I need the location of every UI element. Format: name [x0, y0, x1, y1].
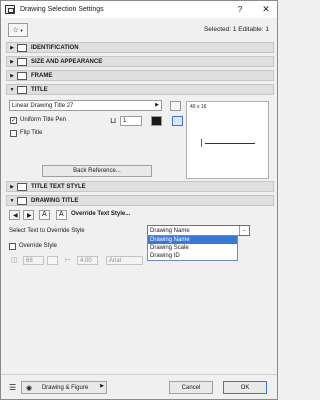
flip-title-checkbox[interactable]: [10, 130, 17, 137]
ok-button[interactable]: OK: [223, 381, 267, 394]
width-icon: ⊢: [65, 257, 72, 264]
override-text-icon: A: [59, 211, 64, 218]
favorites-button[interactable]: ☆ ▼: [8, 23, 28, 37]
pen-color-swatch[interactable]: [151, 116, 162, 126]
font-select[interactable]: Arial: [106, 256, 143, 265]
layer-select[interactable]: ◉ Drawing & Figure ▶: [21, 381, 107, 394]
chevron-right-icon: ▶: [100, 383, 104, 389]
chevron-left-icon: ◀: [13, 213, 18, 219]
selection-info: Selected: 1 Editable: 1: [203, 26, 269, 33]
section-label: SIZE AND APPEARANCE: [31, 58, 103, 65]
expand-arrow-icon: ▶: [10, 44, 14, 51]
override-style-checkbox[interactable]: [9, 243, 16, 250]
section-label: DRAWING TITLE: [31, 197, 79, 204]
footer: ☰ ◉ Drawing & Figure ▶ Cancel OK: [1, 374, 277, 400]
font-value: Arial: [109, 257, 122, 264]
title-preview-button[interactable]: [170, 101, 181, 111]
text-style-icon: [17, 182, 27, 191]
section-size-appearance[interactable]: ▶ SIZE AND APPEARANCE: [6, 56, 274, 67]
preview-title-line: [205, 143, 255, 144]
uniform-pen-checkbox[interactable]: ✓: [10, 117, 17, 124]
chevron-right-icon: ▶: [155, 102, 159, 108]
next-button[interactable]: ▶: [23, 210, 34, 220]
width-input[interactable]: 4.00: [77, 256, 98, 265]
previous-button[interactable]: ◀: [9, 210, 20, 220]
title-bar: Drawing Selection Settings ? ✕: [1, 1, 277, 18]
eye-icon: ◉: [26, 384, 33, 392]
title-icon: [17, 85, 27, 94]
section-title-text-style[interactable]: ▶ TITLE TEXT STYLE: [6, 181, 274, 192]
pen-number-input[interactable]: 1: [120, 116, 142, 126]
expand-arrow-icon: ▶: [10, 58, 14, 65]
pen-size-icon: ◫: [11, 257, 18, 264]
preview-size: 40 x 16: [190, 104, 207, 110]
section-label: TITLE: [31, 86, 48, 93]
drawing-title-icon: [17, 196, 27, 205]
help-button[interactable]: ?: [233, 3, 247, 16]
size-stepper[interactable]: [47, 256, 58, 265]
section-label: IDENTIFICATION: [31, 44, 79, 51]
collapse-arrow-icon: ▼: [9, 197, 15, 204]
section-title[interactable]: ▼ TITLE: [6, 84, 274, 95]
text-icon: A: [42, 211, 47, 218]
section-frame[interactable]: ▶ FRAME: [6, 70, 274, 81]
layer-icon: ☰: [9, 383, 17, 392]
collapse-arrow-icon: ▼: [9, 86, 15, 93]
pen-icon: ⊔: [110, 116, 117, 125]
toolbar: ☆ ▼ Selected: 1 Editable: 1: [1, 20, 277, 42]
identification-icon: [17, 43, 27, 52]
override-text-style-button[interactable]: Override Text Style...: [71, 211, 130, 217]
section-drawing-title[interactable]: ▼ DRAWING TITLE: [6, 195, 274, 206]
expand-arrow-icon: ▶: [10, 183, 14, 190]
option-drawing-id[interactable]: Drawing ID: [148, 252, 237, 260]
section-label: FRAME: [31, 72, 53, 79]
back-reference-button[interactable]: Back Reference...: [42, 165, 152, 177]
size-value: 66: [26, 257, 33, 264]
layer-value: Drawing & Figure: [41, 384, 89, 391]
option-drawing-name[interactable]: Drawing Name: [148, 236, 237, 244]
preview-marker: [201, 139, 205, 147]
cancel-button[interactable]: Cancel: [169, 381, 213, 394]
override-style-label: Override Style: [19, 243, 58, 249]
close-button[interactable]: ✕: [259, 3, 273, 16]
option-drawing-scale[interactable]: Drawing Scale: [148, 244, 237, 252]
section-label: TITLE TEXT STYLE: [31, 183, 86, 190]
frame-icon: [17, 71, 27, 80]
expand-arrow-icon: ▶: [10, 72, 14, 79]
title-text-icon[interactable]: [172, 116, 183, 126]
flip-title-label: Flip Title: [20, 130, 43, 136]
select-text-label: Select Text to Override Style: [9, 228, 85, 234]
size-input[interactable]: 66: [23, 256, 44, 265]
pen-value: 1: [123, 118, 127, 124]
title-preview: 40 x 16: [186, 101, 269, 179]
title-type-select[interactable]: Linear Drawing Title 27 ▶: [9, 100, 162, 111]
chevron-down-icon: ⌄: [239, 226, 249, 235]
section-identification[interactable]: ▶ IDENTIFICATION: [6, 42, 274, 53]
star-icon: ☆: [12, 27, 19, 34]
dialog-window: Drawing Selection Settings ? ✕ ☆ ▼ Select…: [0, 0, 278, 400]
chevron-down-icon: ▼: [19, 27, 24, 33]
size-appearance-icon: [17, 57, 27, 66]
text-style-button[interactable]: A: [39, 210, 50, 220]
title-panel: Linear Drawing Title 27 ▶ ✓ Uniform Titl…: [6, 97, 274, 180]
app-icon: [5, 5, 15, 14]
select-value: Drawing Name: [150, 227, 190, 234]
chevron-right-icon: ▶: [27, 213, 32, 219]
override-style-icon-button[interactable]: A: [56, 210, 67, 220]
title-type-value: Linear Drawing Title 27: [12, 102, 74, 109]
window-title: Drawing Selection Settings: [20, 6, 104, 13]
select-text-options: Drawing Name Drawing Scale Drawing ID: [147, 235, 238, 261]
uniform-pen-label: Uniform Title Pen: [20, 117, 67, 123]
width-value: 4.00: [80, 257, 92, 264]
